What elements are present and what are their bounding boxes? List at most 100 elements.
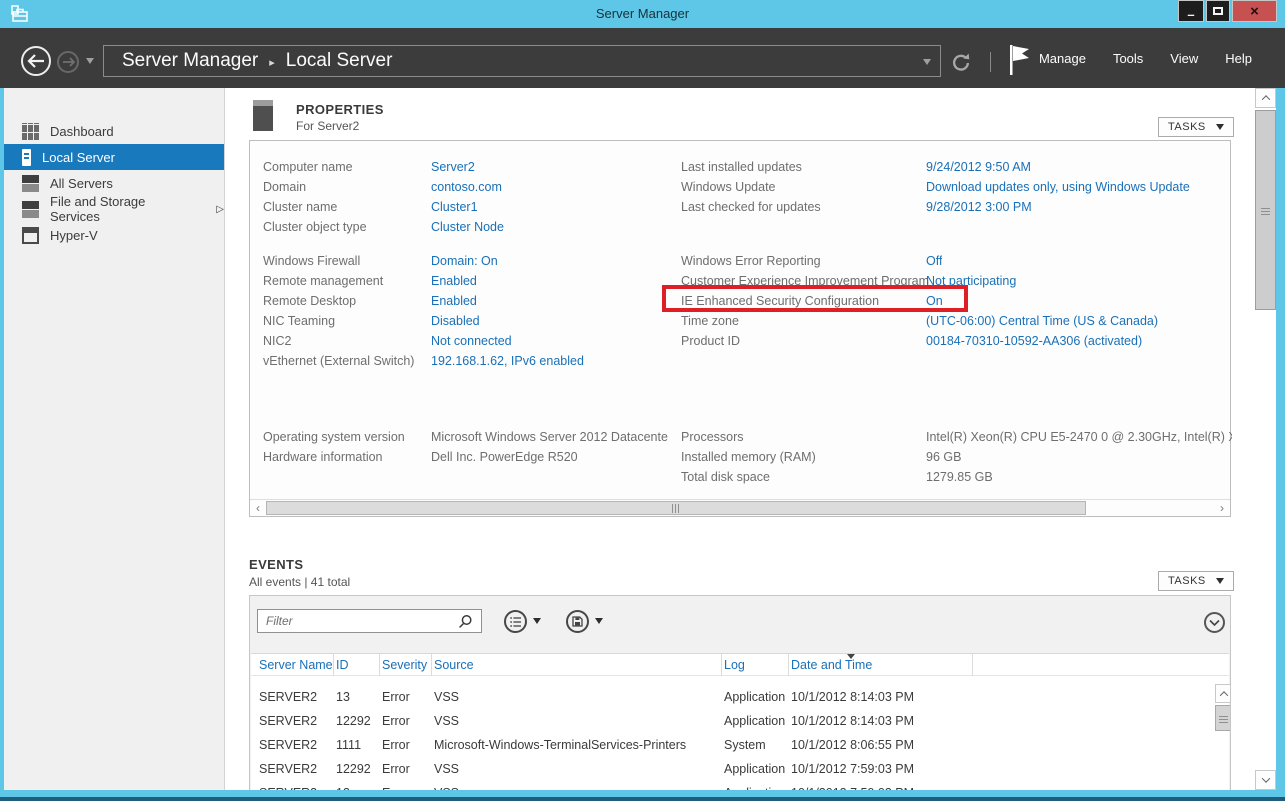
property-label: Computer name <box>263 160 431 174</box>
tasks-label: TASKS <box>1168 575 1206 587</box>
refresh-icon <box>950 52 972 74</box>
property-value: 96 GB <box>926 450 961 464</box>
list-options-button[interactable] <box>504 610 527 633</box>
nav-history-caret-icon[interactable] <box>86 58 94 64</box>
property-value-link[interactable]: contoso.com <box>431 180 502 194</box>
property-row: Computer name Server2 <box>263 157 668 177</box>
property-value-link[interactable]: Download updates only, using Windows Upd… <box>926 180 1190 194</box>
sidebar-item[interactable]: Local Server <box>4 144 224 170</box>
events-tasks-button[interactable]: TASKS <box>1158 571 1234 591</box>
event-row[interactable]: SERVER2 1111 Error Microsoft-Windows-Ter… <box>251 733 1229 757</box>
breadcrumb-separator-icon: ▸ <box>269 54 275 69</box>
maximize-button[interactable] <box>1206 0 1230 22</box>
list-options-dropdown-icon[interactable] <box>533 618 541 624</box>
event-datetime: 10/1/2012 8:14:03 PM <box>789 714 973 728</box>
events-filter-input[interactable] <box>257 609 482 633</box>
menu-item[interactable]: Help <box>1225 51 1252 66</box>
save-query-button[interactable] <box>566 610 589 633</box>
chevron-down-icon <box>1261 774 1269 782</box>
breadcrumb-root[interactable]: Server Manager <box>122 50 258 72</box>
column-header[interactable]: Date and Time <box>789 654 973 676</box>
event-row[interactable]: SERVER2 12292 Error VSS Application 10/1… <box>251 757 1229 781</box>
property-row: Last checked for updates 9/28/2012 3:00 … <box>681 197 1232 217</box>
property-value-link[interactable]: Off <box>926 254 942 268</box>
event-row[interactable]: SERVER2 12292 Error VSS Application 10/1… <box>251 709 1229 733</box>
menu-item[interactable]: View <box>1170 51 1198 66</box>
sidebar-item[interactable]: File and Storage Services ▷ <box>4 196 224 222</box>
scroll-grip <box>1261 206 1270 215</box>
events-scroll-thumb[interactable] <box>1215 705 1231 731</box>
column-header[interactable]: Source <box>432 654 722 676</box>
event-severity: Error <box>380 714 432 728</box>
collapse-section-button[interactable] <box>1204 612 1225 633</box>
property-label: Windows Error Reporting <box>681 254 926 268</box>
property-row: NIC Teaming Disabled <box>263 311 668 331</box>
property-value-link[interactable]: Disabled <box>431 314 480 328</box>
refresh-button[interactable] <box>948 50 974 76</box>
save-query-icon <box>572 616 583 627</box>
event-row[interactable]: SERVER2 13 Error VSS Application 10/1/20… <box>251 781 1229 790</box>
sidebar-item-icon <box>22 149 31 166</box>
column-header[interactable]: Log <box>722 654 789 676</box>
minimize-button[interactable]: – <box>1178 0 1204 22</box>
scroll-down-arrow[interactable] <box>1255 770 1276 790</box>
property-label: Installed memory (RAM) <box>681 450 926 464</box>
scroll-right-arrow[interactable]: › <box>1214 500 1230 516</box>
properties-tasks-button[interactable]: TASKS <box>1158 117 1234 137</box>
event-log: Application <box>722 762 789 776</box>
event-datetime: 10/1/2012 8:06:55 PM <box>789 738 973 752</box>
maximize-icon <box>1213 7 1223 15</box>
property-label: NIC Teaming <box>263 314 431 328</box>
property-row: Installed memory (RAM) 96 GB <box>681 447 1232 467</box>
scroll-up-arrow[interactable] <box>1215 684 1231 703</box>
events-summary: All events | 41 total <box>249 575 350 589</box>
column-header[interactable]: Severity <box>380 654 432 676</box>
list-options-icon <box>510 616 522 628</box>
property-value: 1279.85 GB <box>926 470 993 484</box>
property-value-link[interactable]: (UTC-06:00) Central Time (US & Canada) <box>926 314 1158 328</box>
back-button[interactable] <box>21 46 51 76</box>
property-label: Time zone <box>681 314 926 328</box>
property-label: Remote management <box>263 274 431 288</box>
breadcrumb-dropdown-icon[interactable] <box>923 59 931 65</box>
property-value-link[interactable]: Cluster1 <box>431 200 478 214</box>
event-severity: Error <box>380 690 432 704</box>
property-value-link[interactable]: 192.168.1.62, IPv6 enabled <box>431 354 584 368</box>
properties-panel: Computer name Server2 Domain contoso.com… <box>249 140 1231 517</box>
sidebar-item[interactable]: Dashboard <box>4 118 224 144</box>
column-header[interactable]: Server Name <box>257 654 334 676</box>
tasks-dropdown-icon <box>1216 124 1224 130</box>
property-value-link[interactable]: 00184-70310-10592-AA306 (activated) <box>926 334 1142 348</box>
close-button[interactable]: × <box>1232 0 1277 22</box>
events-table-rows: SERVER2 13 Error VSS Application 10/1/20… <box>251 676 1229 790</box>
property-value: Microsoft Windows Server 2012 Datacenter <box>431 430 668 444</box>
sidebar-item-label: Hyper-V <box>50 228 98 243</box>
menu-item[interactable]: Manage <box>1039 51 1086 66</box>
notifications-flag-icon[interactable] <box>1008 44 1030 82</box>
forward-button[interactable] <box>57 51 79 73</box>
main-scroll-thumb[interactable] <box>1255 110 1276 310</box>
scroll-left-arrow[interactable]: ‹ <box>250 500 266 516</box>
tasks-dropdown-icon <box>1216 578 1224 584</box>
scroll-up-arrow[interactable] <box>1255 88 1276 108</box>
property-value-link[interactable]: Enabled <box>431 294 477 308</box>
property-value-link[interactable]: Domain: On <box>431 254 498 268</box>
property-value: Intel(R) Xeon(R) CPU E5-2470 0 @ 2.30GHz… <box>926 430 1232 444</box>
horizontal-scroll-thumb[interactable] <box>266 501 1086 515</box>
event-row[interactable]: SERVER2 13 Error VSS Application 10/1/20… <box>251 685 1229 709</box>
sidebar-item[interactable]: Hyper-V <box>4 222 224 248</box>
event-server-name: SERVER2 <box>257 738 334 752</box>
property-label: Windows Firewall <box>263 254 431 268</box>
property-value-link[interactable]: 9/24/2012 9:50 AM <box>926 160 1031 174</box>
property-value-link[interactable]: Cluster Node <box>431 220 504 234</box>
save-query-dropdown-icon[interactable] <box>595 618 603 624</box>
property-value-link[interactable]: Enabled <box>431 274 477 288</box>
column-header[interactable]: ID <box>334 654 380 676</box>
property-value-link[interactable]: Not connected <box>431 334 512 348</box>
breadcrumb-current[interactable]: Local Server <box>286 50 393 72</box>
property-value-link[interactable]: 9/28/2012 3:00 PM <box>926 200 1032 214</box>
sidebar-item-icon <box>22 227 39 244</box>
menu-item[interactable]: Tools <box>1113 51 1143 66</box>
property-value-link[interactable]: Server2 <box>431 160 475 174</box>
sidebar-item[interactable]: All Servers <box>4 170 224 196</box>
